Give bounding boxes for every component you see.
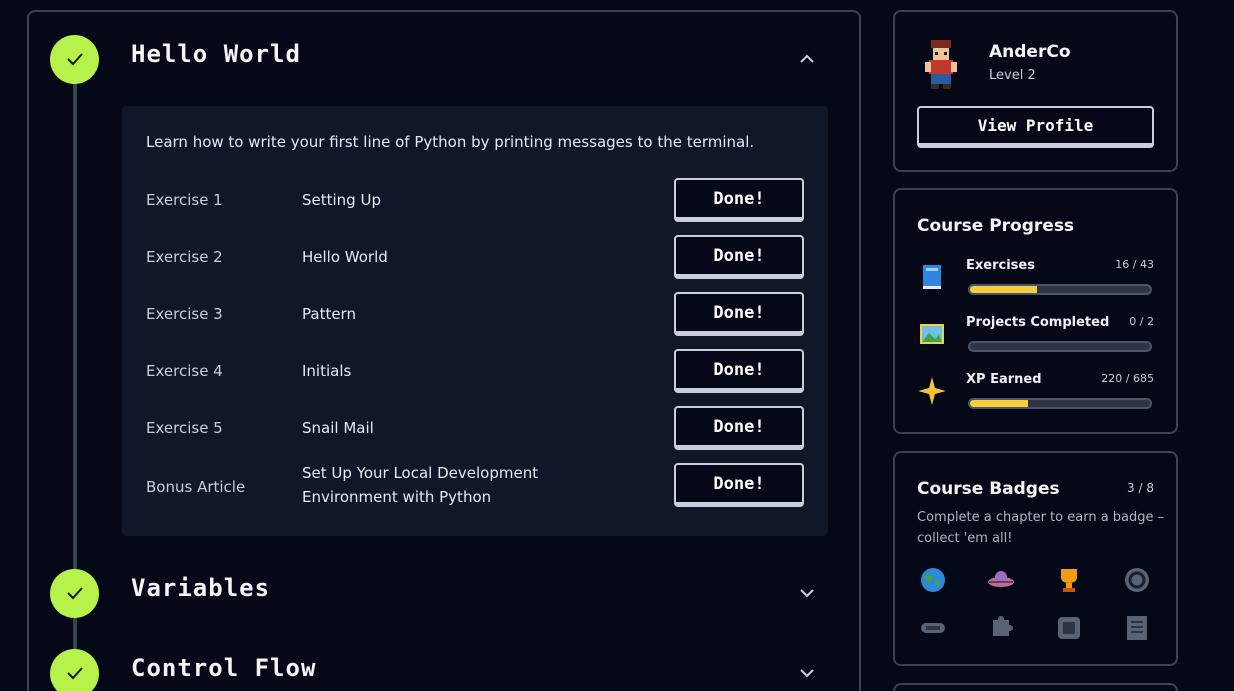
done-button[interactable]: Done! (674, 235, 804, 279)
progress-bar (968, 284, 1152, 295)
view-profile-button[interactable]: View Profile (917, 106, 1154, 148)
check-icon (50, 568, 99, 618)
progress-label: Projects Completed (966, 315, 1110, 330)
chapter-title: Control Flow (131, 654, 317, 682)
chevron-down-icon[interactable] (798, 584, 816, 602)
exercise-name[interactable]: Set Up Your Local Development Environmen… (302, 461, 562, 509)
badges-title: Course Badges (917, 479, 1060, 499)
exercise-number: Bonus Article (146, 478, 246, 496)
exercise-name[interactable]: Snail Mail (302, 416, 562, 440)
trophy-badge-icon[interactable] (1055, 566, 1083, 594)
exercise-name[interactable]: Pattern (302, 302, 562, 326)
progress-label: XP Earned (966, 372, 1042, 387)
check-icon (50, 648, 99, 691)
progress-bar-fill (970, 286, 1037, 293)
chapter-title: Hello World (131, 40, 301, 68)
puzzle-badge-icon[interactable] (987, 614, 1015, 642)
exercise-row: Exercise 1 Setting Up Done! (122, 178, 828, 222)
progress-label: Exercises (966, 258, 1035, 273)
exercise-row: Bonus Article Set Up Your Local Developm… (122, 463, 828, 507)
done-button[interactable]: Done! (674, 406, 804, 450)
progress-count: 16 / 43 (1115, 258, 1154, 271)
exercise-number: Exercise 4 (146, 362, 223, 380)
book-icon (923, 265, 941, 289)
course-progress-card: Course Progress Exercises 16 / 43 Projec… (893, 188, 1178, 434)
exercise-name[interactable]: Initials (302, 359, 562, 383)
exercise-name[interactable]: Setting Up (302, 188, 562, 212)
progress-count: 0 / 2 (1129, 315, 1154, 328)
next-card (893, 683, 1178, 691)
badges-description: Complete a chapter to earn a badge – col… (917, 510, 1165, 546)
exercise-row: Exercise 4 Initials Done! (122, 349, 828, 393)
done-button[interactable]: Done! (674, 292, 804, 336)
course-badges-card: Course Badges 3 / 8 Complete a chapter t… (893, 451, 1178, 666)
user-level: Level 2 (989, 68, 1036, 83)
globe-badge-icon[interactable] (919, 566, 947, 594)
exercise-row: Exercise 2 Hello World Done! (122, 235, 828, 279)
chapter-content: Learn how to write your first line of Py… (122, 106, 828, 536)
done-button[interactable]: Done! (674, 349, 804, 393)
done-button[interactable]: Done! (674, 463, 804, 507)
sparkle-icon (918, 377, 946, 405)
chapter-header-control-flow[interactable]: Control Flow (50, 648, 830, 691)
progress-bar-fill (970, 400, 1028, 407)
exercise-row: Exercise 3 Pattern Done! (122, 292, 828, 336)
chapter-header-variables[interactable]: Variables (50, 568, 830, 618)
progress-bar (968, 341, 1152, 352)
chevron-down-icon[interactable] (798, 664, 816, 682)
chapter-description: Learn how to write your first line of Py… (146, 133, 755, 151)
progress-bar (968, 398, 1152, 409)
badges-count: 3 / 8 (1127, 481, 1154, 495)
exercise-number: Exercise 1 (146, 191, 223, 209)
exercise-row: Exercise 5 Snail Mail Done! (122, 406, 828, 450)
chapter-title: Variables (131, 574, 271, 602)
progress-count: 220 / 685 (1101, 372, 1154, 385)
avatar (925, 40, 957, 89)
exercise-number: Exercise 2 (146, 248, 223, 266)
chapter-header-hello-world[interactable]: Hello World (50, 34, 830, 84)
done-button[interactable]: Done! (674, 178, 804, 222)
pill-badge-icon[interactable] (919, 614, 947, 642)
picture-icon (920, 324, 944, 344)
profile-card: AnderCo Level 2 View Profile (893, 10, 1178, 172)
exercise-number: Exercise 3 (146, 305, 223, 323)
progress-title: Course Progress (917, 216, 1075, 236)
check-icon (50, 34, 99, 84)
box-badge-icon[interactable] (1055, 614, 1083, 642)
username: AnderCo (989, 42, 1071, 62)
chevron-up-icon[interactable] (798, 50, 816, 68)
loop-badge-icon[interactable] (1123, 566, 1151, 594)
document-badge-icon[interactable] (1123, 614, 1151, 642)
ufo-badge-icon[interactable] (987, 566, 1015, 594)
exercise-number: Exercise 5 (146, 419, 223, 437)
exercise-name[interactable]: Hello World (302, 245, 562, 269)
